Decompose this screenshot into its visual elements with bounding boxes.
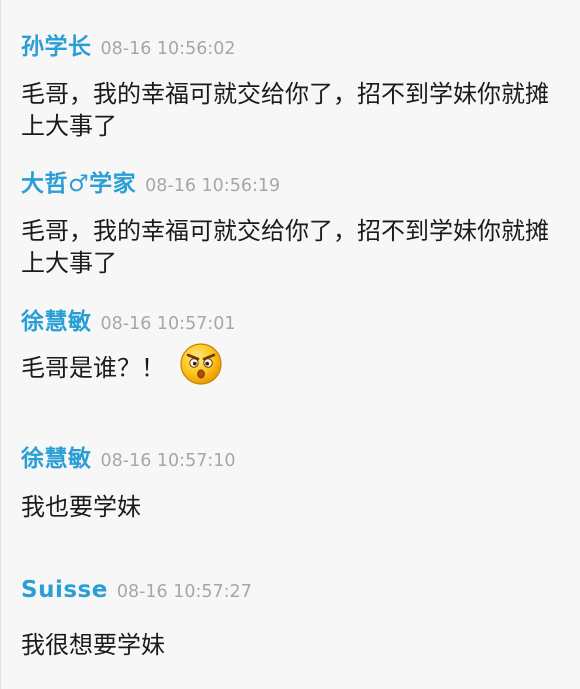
sender-name[interactable]: 徐慧敏 bbox=[21, 439, 92, 473]
chat-message[interactable]: 孙学长 08-16 10:56:02 毛哥，我的幸福可就交给你了，招不到学妹你就… bbox=[21, 27, 566, 142]
chat-message[interactable]: 徐慧敏 08-16 10:57:10 我也要学妹 bbox=[21, 439, 566, 523]
sender-name[interactable]: 大哲♂学家 bbox=[21, 164, 136, 198]
chat-message[interactable]: 大哲♂学家 08-16 10:56:19 毛哥，我的幸福可就交给你了，招不到学妹… bbox=[21, 164, 566, 279]
chat-message[interactable]: Suisse 08-16 10:57:27 我很想要学妹 bbox=[21, 577, 566, 661]
message-text: 毛哥是谁？！ bbox=[21, 354, 165, 382]
chat-message-list[interactable]: 孙学长 08-16 10:56:02 毛哥，我的幸福可就交给你了，招不到学妹你就… bbox=[0, 0, 580, 689]
message-timestamp: 08-16 10:56:19 bbox=[145, 176, 281, 196]
message-text: 我也要学妹 bbox=[21, 493, 141, 521]
message-header: 徐慧敏 08-16 10:57:01 bbox=[21, 302, 566, 335]
message-text: 毛哥，我的幸福可就交给你了，招不到学妹你就摊上大事了 bbox=[21, 80, 549, 140]
message-timestamp: 08-16 10:57:01 bbox=[100, 314, 236, 334]
message-text: 毛哥，我的幸福可就交给你了，招不到学妹你就摊上大事了 bbox=[21, 217, 549, 277]
message-timestamp: 08-16 10:56:02 bbox=[100, 39, 236, 59]
sender-name[interactable]: Suisse bbox=[21, 577, 108, 603]
message-timestamp: 08-16 10:57:10 bbox=[100, 451, 236, 471]
sender-name[interactable]: 孙学长 bbox=[21, 27, 92, 61]
angry-surprised-face-icon bbox=[180, 343, 222, 385]
message-header: 徐慧敏 08-16 10:57:10 bbox=[21, 439, 566, 472]
message-text: 我很想要学妹 bbox=[21, 631, 165, 659]
message-header: 孙学长 08-16 10:56:02 bbox=[21, 27, 566, 60]
message-header: 大哲♂学家 08-16 10:56:19 bbox=[21, 164, 566, 197]
message-header: Suisse 08-16 10:57:27 bbox=[21, 577, 566, 607]
message-timestamp: 08-16 10:57:27 bbox=[116, 582, 252, 602]
chat-message[interactable]: 徐慧敏 08-16 10:57:01 毛哥是谁？！ bbox=[21, 302, 566, 386]
message-body: 毛哥是谁？！ bbox=[21, 343, 566, 386]
sender-name[interactable]: 徐慧敏 bbox=[21, 302, 92, 336]
